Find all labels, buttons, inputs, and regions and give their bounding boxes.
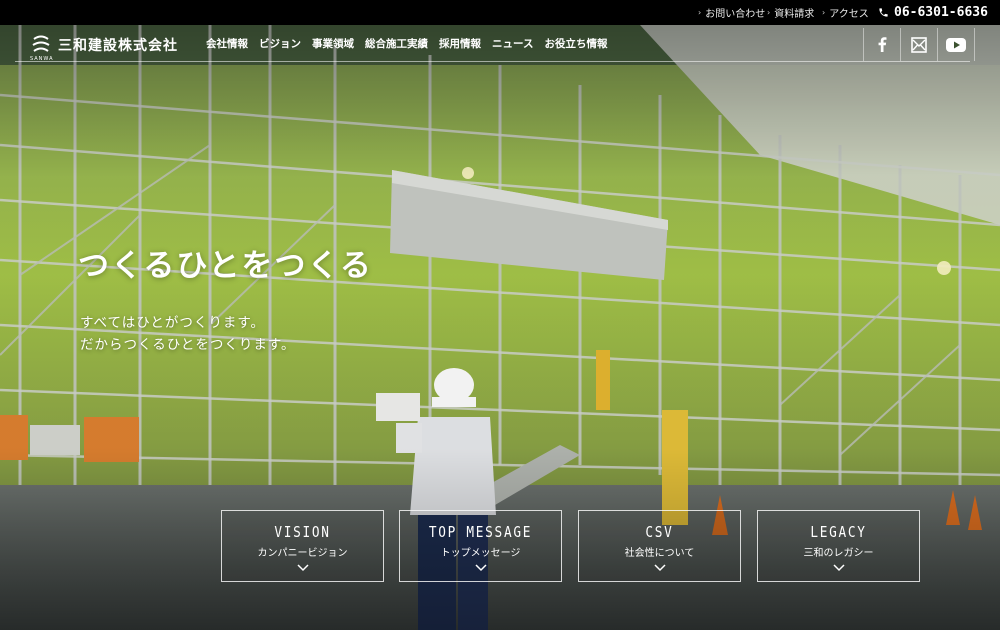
card-csv[interactable]: CSV 社会性について [578, 510, 741, 582]
chevron-down-icon [832, 564, 845, 572]
main-nav: 会社情報 ビジョン 事業領域 総合施工実績 採用情報 ニュース お役立ち情報 [206, 36, 607, 52]
card-legacy-title: LEGACY [810, 523, 867, 541]
logo-mark-icon: SANWA [30, 34, 53, 62]
hero-subtext-line2: だからつくるひとをつくります。 [80, 337, 296, 353]
chevron-right-icon: › [698, 8, 702, 17]
card-top-message-subtitle: トップメッセージ [440, 548, 521, 559]
mail-link[interactable] [900, 28, 937, 61]
card-legacy-subtitle: 三和のレガシー [803, 548, 874, 559]
card-vision-subtitle: カンパニービジョン [257, 548, 348, 559]
card-vision-title: VISION [274, 523, 331, 541]
header-divider [15, 61, 970, 62]
contact-link-label: お問い合わせ [705, 9, 766, 20]
card-top-message[interactable]: TOP MESSAGE トップメッセージ [399, 510, 562, 582]
hero-headline: つくるひとをつくる [78, 248, 373, 284]
company-logo[interactable]: SANWA 三和建設株式会社 [30, 34, 178, 62]
chevron-down-icon [296, 564, 309, 572]
contact-link[interactable]: › お問い合わせ [698, 0, 765, 25]
mail-icon [911, 36, 927, 53]
nav-item-useful-info[interactable]: お役立ち情報 [544, 36, 607, 52]
youtube-link[interactable] [937, 28, 975, 61]
facebook-icon [878, 37, 887, 52]
youtube-icon [946, 37, 966, 52]
nav-item-works[interactable]: 総合施工実績 [365, 36, 428, 52]
nav-item-vision[interactable]: ビジョン [259, 36, 301, 52]
access-link[interactable]: › アクセス [822, 0, 869, 25]
card-csv-title: CSV [645, 523, 674, 541]
utility-bar: › お問い合わせ › 資料請求 › アクセス 06-6301-6636 [0, 0, 1000, 25]
hero-subtext-line1: すべてはひとがつくります。 [80, 315, 265, 331]
phone-number-text: 06-6301-6636 [894, 5, 988, 20]
chevron-down-icon [653, 564, 666, 572]
chevron-right-icon: › [822, 8, 826, 17]
company-name: 三和建設株式会社 [58, 38, 178, 54]
brochure-link[interactable]: › 資料請求 [767, 0, 814, 25]
nav-item-business[interactable]: 事業領域 [312, 36, 354, 52]
nav-item-news[interactable]: ニュース [492, 36, 533, 52]
facebook-link[interactable] [863, 28, 900, 61]
card-vision[interactable]: VISION カンパニービジョン [221, 510, 384, 582]
chevron-right-icon: › [767, 8, 771, 17]
social-links [863, 28, 975, 61]
access-link-label: アクセス [829, 9, 869, 20]
phone-icon [879, 8, 888, 17]
phone-number[interactable]: 06-6301-6636 [878, 0, 988, 25]
nav-item-recruit[interactable]: 採用情報 [439, 36, 481, 52]
card-top-message-title: TOP MESSAGE [428, 523, 533, 541]
card-csv-subtitle: 社会性について [624, 548, 695, 559]
card-legacy[interactable]: LEGACY 三和のレガシー [757, 510, 920, 582]
nav-item-company[interactable]: 会社情報 [206, 36, 248, 52]
brochure-link-label: 資料請求 [774, 9, 815, 20]
chevron-down-icon [474, 564, 487, 572]
